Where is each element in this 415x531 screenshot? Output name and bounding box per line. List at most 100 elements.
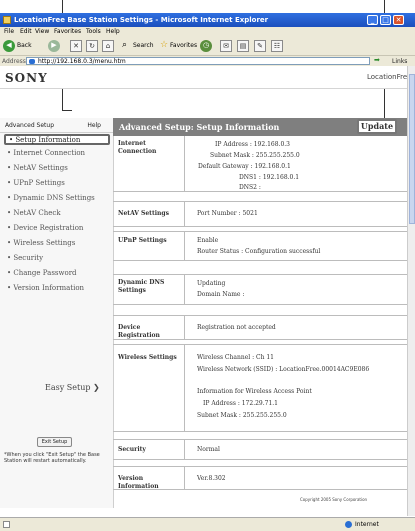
section-divider xyxy=(184,316,185,339)
menu-help[interactable]: Help xyxy=(106,28,120,35)
section-device-registration: Device Registration Registration not acc… xyxy=(113,315,407,340)
sidebar-item-netav-check[interactable]: • NetAV Check xyxy=(4,209,110,220)
dns2-value: DNS2 : xyxy=(239,184,261,191)
history-icon[interactable]: ◷ xyxy=(200,40,212,52)
window-titlebar: LocationFree Base Station Settings - Mic… xyxy=(0,13,415,27)
ddns-status-value: Updating xyxy=(197,280,226,287)
sidebar-item-change-password[interactable]: • Change Password xyxy=(4,269,110,280)
upnp-enable-value: Enable xyxy=(197,237,219,244)
mail-icon[interactable]: ✉ xyxy=(220,40,232,52)
minimize-button[interactable]: _ xyxy=(367,15,378,25)
back-icon[interactable]: ◀ xyxy=(3,40,15,52)
forward-icon[interactable]: ▶ xyxy=(48,40,60,52)
section-divider xyxy=(184,202,185,226)
menu-tools[interactable]: Tools xyxy=(86,28,101,35)
sidebar-item-upnp-settings[interactable]: • UPnP Settings xyxy=(4,179,110,190)
sidebar-item-wireless-settings[interactable]: • Wireless Settings xyxy=(4,239,110,250)
discuss-icon[interactable]: ☷ xyxy=(271,40,283,52)
menu-view[interactable]: View xyxy=(35,28,49,35)
dns1-value: DNS1 : 192.168.0.1 xyxy=(239,174,300,181)
print-icon[interactable]: ▤ xyxy=(237,40,249,52)
section-divider xyxy=(184,440,185,459)
favorites-icon[interactable]: ☆ xyxy=(160,40,168,50)
section-divider xyxy=(184,275,185,304)
internet-zone-icon xyxy=(345,521,352,528)
version-value: Ver.8.302 xyxy=(197,475,226,482)
address-url[interactable]: http://192.168.0.3/menu.htm xyxy=(38,58,126,65)
exit-setup-note: *When you click "Exit Setup" the Base St… xyxy=(4,452,100,464)
menu-file[interactable]: File xyxy=(4,28,14,35)
help-link[interactable]: Help xyxy=(87,122,101,129)
go-icon[interactable]: ➡ xyxy=(374,56,380,64)
vertical-scrollbar[interactable] xyxy=(407,66,415,516)
domain-name-value: Domain Name : xyxy=(197,291,245,298)
subnet-mask-value: Subnet Mask : 255.255.255.0 xyxy=(210,152,300,159)
exit-setup-button[interactable]: Exit Setup xyxy=(37,437,72,447)
scrollbar-thumb[interactable] xyxy=(409,74,415,224)
section-wireless-settings: Wireless Settings Wireless Channel : Ch … xyxy=(113,344,407,432)
section-divider xyxy=(184,136,185,191)
sidebar-item-setup-information[interactable]: • Setup Information xyxy=(4,134,110,145)
section-label: Version Information xyxy=(118,475,159,490)
easy-setup-link[interactable]: Easy Setup ❯ xyxy=(45,383,100,392)
section-divider xyxy=(184,345,185,431)
back-label[interactable]: Back xyxy=(17,42,32,49)
ip-address-value: IP Address : 192.168.0.3 xyxy=(215,141,291,148)
address-input[interactable]: http://192.168.0.3/menu.htm xyxy=(26,57,370,65)
page-favicon-icon xyxy=(29,59,35,64)
port-number-value: Port Number : 5021 xyxy=(197,210,258,217)
sidebar-item-device-registration[interactable]: • Device Registration xyxy=(4,224,110,235)
page-title-bar: Advanced Setup: Setup Information Update xyxy=(113,118,407,136)
update-button[interactable]: Update xyxy=(357,119,397,134)
callout-line-setup-info-h xyxy=(62,110,72,111)
ie-app-icon xyxy=(3,16,11,24)
edit-icon[interactable]: ✎ xyxy=(254,40,266,52)
sidebar-item-dynamic-dns-settings[interactable]: • Dynamic DNS Settings xyxy=(4,194,110,205)
locationfree-logo: LocationFree xyxy=(367,73,412,81)
section-label: Device Registration xyxy=(118,324,160,339)
section-internet-connection: Internet Connection IP Address : 192.168… xyxy=(113,136,407,192)
sidebar-item-security[interactable]: • Security xyxy=(4,254,110,265)
section-label: Wireless Settings xyxy=(118,354,177,361)
section-label: Dynamic DNS Settings xyxy=(118,279,165,294)
page-title: Advanced Setup: Setup Information xyxy=(119,122,280,132)
copyright-text: Copyright 2005 Sony Corporation xyxy=(300,497,368,502)
status-bar: Internet xyxy=(0,517,415,531)
browser-toolbar: ◀ Back ▶ ✕ ↻ ⌂ ⌕ Search ☆ Favorites ◷ ✉ … xyxy=(0,37,415,56)
address-label: Address xyxy=(2,58,26,65)
section-dynamic-dns-settings: Dynamic DNS Settings Updating Domain Nam… xyxy=(113,274,407,305)
sidebar-item-netav-settings[interactable]: • NetAV Settings xyxy=(4,164,110,175)
refresh-icon[interactable]: ↻ xyxy=(86,40,98,52)
sidebar: Advanced Setup Help • Setup Information … xyxy=(0,118,114,508)
section-divider xyxy=(184,467,185,489)
menu-edit[interactable]: Edit xyxy=(20,28,32,35)
search-icon[interactable]: ⌕ xyxy=(122,40,127,50)
ssid-value: Wireless Network (SSID) : LocationFree.0… xyxy=(197,366,370,373)
sidebar-item-internet-connection[interactable]: • Internet Connection xyxy=(4,149,110,160)
section-security: Security Normal xyxy=(113,439,407,460)
access-point-info-title: Information for Wireless Access Point xyxy=(197,388,312,395)
close-button[interactable]: ✕ xyxy=(393,15,404,25)
search-label[interactable]: Search xyxy=(133,42,154,49)
address-bar: Address http://192.168.0.3/menu.htm ➡ Li… xyxy=(0,56,415,66)
sidebar-item-version-information[interactable]: • Version Information xyxy=(4,284,110,295)
menu-bar: File Edit View Favorites Tools Help xyxy=(0,27,415,37)
security-value: Normal xyxy=(197,446,220,453)
section-divider xyxy=(184,232,185,260)
section-label: NetAV Settings xyxy=(118,210,169,217)
section-netav-settings: NetAV Settings Port Number : 5021 xyxy=(113,201,407,227)
sidebar-section-title: Advanced Setup xyxy=(5,122,55,129)
menu-favorites[interactable]: Favorites xyxy=(54,28,81,35)
sidebar-header: Advanced Setup Help xyxy=(0,118,113,133)
section-label: Internet Connection xyxy=(118,140,157,155)
section-label: Security xyxy=(118,446,146,453)
default-gateway-value: Default Gateway : 192.168.0.1 xyxy=(198,163,291,170)
stop-icon[interactable]: ✕ xyxy=(70,40,82,52)
maximize-button[interactable]: □ xyxy=(380,15,391,25)
section-upnp-settings: UPnP Settings Enable Router Status : Con… xyxy=(113,231,407,261)
home-icon[interactable]: ⌂ xyxy=(102,40,114,52)
page-header: SONY LocationFree xyxy=(0,66,415,89)
registration-status-value: Registration not accepted xyxy=(197,324,276,331)
favorites-label[interactable]: Favorites xyxy=(170,42,197,49)
links-label[interactable]: Links xyxy=(392,58,407,65)
